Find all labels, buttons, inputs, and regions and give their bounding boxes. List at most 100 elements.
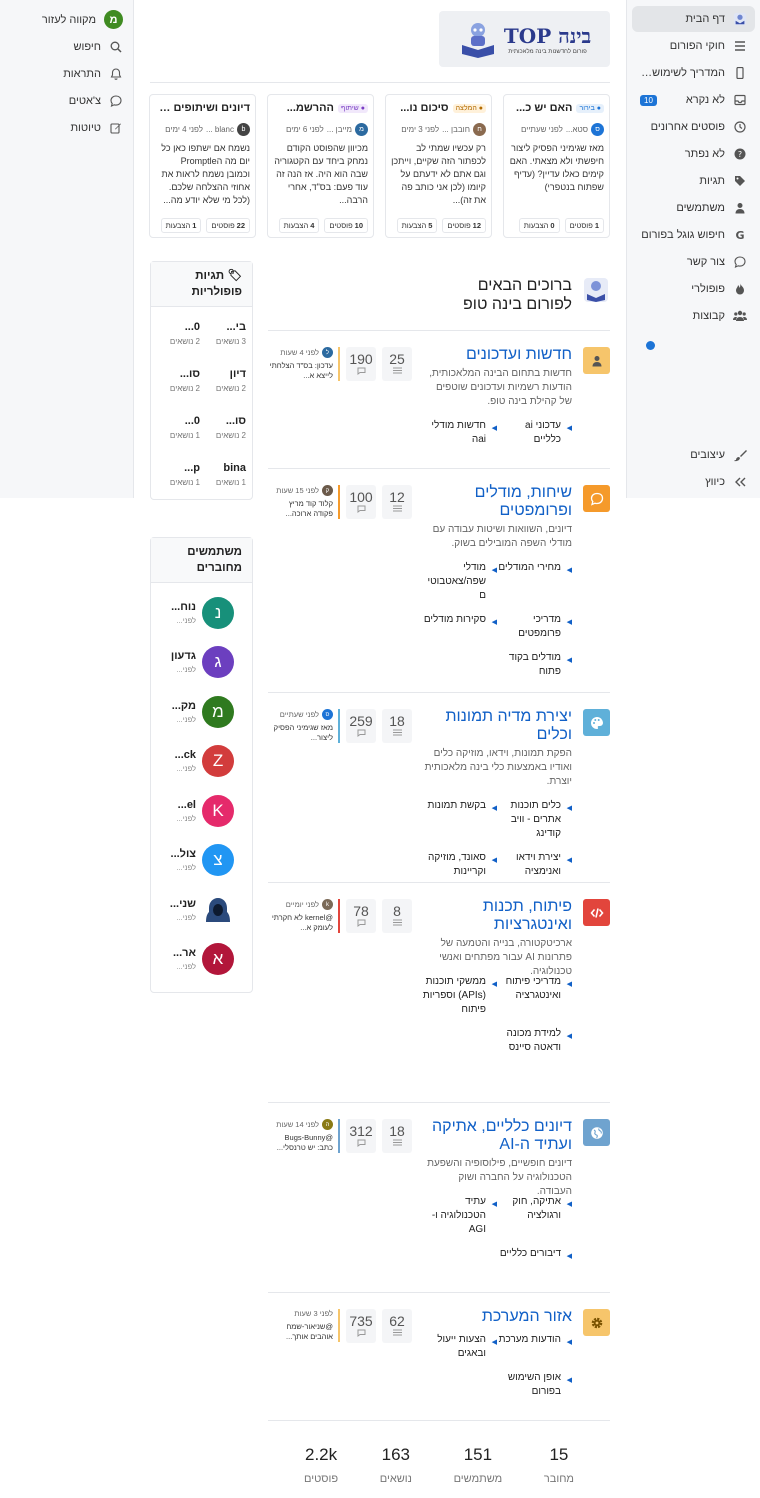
online-user[interactable]: Zck... לפני... xyxy=(151,737,252,787)
latest-post-teaser[interactable]: לפני 3 שעות @שניאור-שמח אוהבים אותך... xyxy=(268,1309,340,1342)
subcategory-link[interactable]: ◀ כלים תוכנות אתרים - וויב קודינג xyxy=(497,799,572,851)
subcategory-link[interactable]: ◀ אתיקה, חוק ורגולציה xyxy=(497,1195,572,1247)
subcategory-link[interactable]: ◀ חדשות מודלי aiה xyxy=(422,419,497,457)
sidebar-item-unread[interactable]: לא נקרא 10 xyxy=(632,87,755,113)
category-title[interactable]: אזור המערכת xyxy=(422,1308,572,1326)
sidebar-item-guide[interactable]: המדריך לשימוש בפור... xyxy=(632,60,755,86)
avatar[interactable]: א xyxy=(202,943,234,976)
popular-tag[interactable]: bina 1 נושאים xyxy=(200,462,246,487)
palette-icon[interactable] xyxy=(583,709,610,736)
author-name[interactable]: חובבן ... xyxy=(442,125,470,134)
avatar[interactable]: K xyxy=(202,794,234,827)
category-title[interactable]: חדשות ועדכונים xyxy=(422,346,572,364)
popular-tag[interactable]: 0... 1 נושאים xyxy=(154,415,200,440)
latest-post-teaser[interactable]: k לפני יומיים @kernel לא חקרתי לעומק א... xyxy=(268,899,340,933)
latest-post-teaser[interactable]: ק לפני 15 שעות קלוד קוד מריץ פקודה ארוכה..… xyxy=(268,485,340,519)
globe-icon[interactable] xyxy=(583,1119,610,1146)
topic-tag[interactable]: ● שיתוף xyxy=(337,103,368,113)
sidebar-item-rules[interactable]: חוקי הפורום xyxy=(632,33,755,59)
search-button[interactable]: חיפוש xyxy=(0,33,133,60)
avatar[interactable]: צ xyxy=(202,844,234,877)
sidebar-item-unsolved[interactable]: ? לא נפתר xyxy=(632,141,755,167)
online-user[interactable]: א אר... לפני... xyxy=(151,935,252,985)
card-title[interactable]: האם יש כ... xyxy=(516,102,572,114)
sidebar-item-tags[interactable]: תגיות xyxy=(632,168,755,194)
card-title[interactable]: סיכום נו... xyxy=(400,102,448,114)
chats-button[interactable]: צ'אטים xyxy=(0,87,133,114)
online-user[interactable]: מ מק... לפני... xyxy=(151,687,252,737)
chat-bubble-icon[interactable] xyxy=(583,485,610,512)
popular-tag[interactable]: סו... 2 נושאים xyxy=(200,415,246,440)
sidebar-item-groups[interactable]: קבוצות xyxy=(632,303,755,329)
subcategory-link[interactable]: ◀ הודעות מערכת xyxy=(497,1333,572,1371)
sidebar-item-google-search[interactable]: G חיפוש גוגל בפורום xyxy=(632,222,755,248)
avatar[interactable]: ס xyxy=(322,709,333,720)
sidebar-item-popular[interactable]: פופולרי xyxy=(632,276,755,302)
themes-button[interactable]: עיצובים xyxy=(631,442,755,468)
avatar[interactable]: k xyxy=(322,899,333,910)
notifications-button[interactable]: התראות xyxy=(0,60,133,87)
subcategory-link[interactable]: ◀ מודלים בקוד פתוח xyxy=(497,651,572,689)
online-user[interactable]: נ נוח... לפני... xyxy=(151,588,252,638)
carousel-card[interactable]: ● המלצה סיכום נו... ח חובבן ... לפני 3 ימים רק… xyxy=(385,94,492,238)
avatar[interactable]: ק xyxy=(322,485,333,496)
author-name[interactable]: סטא... xyxy=(566,125,588,134)
subcategory-link[interactable]: ◀ מודלי שפה/צאטבוטי ם xyxy=(422,561,497,613)
card-title[interactable]: ההרשמ... xyxy=(287,102,334,114)
topic-tag[interactable]: ● בירור xyxy=(576,103,604,113)
subcategory-link[interactable]: ◀ עתיד הטכנולוגיה ו-AGI xyxy=(422,1195,497,1247)
gear-icon[interactable] xyxy=(583,1309,610,1336)
carousel-card[interactable]: ● בירור האם יש כ... ס סטא... לפני שעתיים מאז ש… xyxy=(503,94,610,238)
avatar[interactable]: ה xyxy=(322,1119,333,1130)
subcategory-link[interactable]: ◀ בקשת תמונות xyxy=(422,799,497,851)
subcategory-link[interactable]: ◀ ממשקי תוכנות (APIs) וספריות פיתוח xyxy=(422,975,497,1027)
subcategory-link[interactable]: ◀ סקירות מודלים xyxy=(422,613,497,651)
latest-post-teaser[interactable]: ל לפני 4 שעות עדכון: בס"ד הצלחתי לייצא א..… xyxy=(268,347,340,381)
subcategory-link[interactable]: ◀ מדריכי פרומפטים xyxy=(497,613,572,651)
author-name[interactable]: מייבן ... xyxy=(327,125,352,134)
sidebar-item-users[interactable]: משתמשים xyxy=(632,195,755,221)
online-user[interactable]: Kel... לפני... xyxy=(151,786,252,836)
avatar[interactable]: Z xyxy=(202,745,234,778)
latest-post-teaser[interactable]: ס לפני שעתיים מאז שגימיני הפסיק ליצור... xyxy=(268,709,340,743)
carousel-card[interactable]: ● שיתוף ההרשמ... מ מייבן ... לפני 6 ימים מכיוו… xyxy=(267,94,374,238)
carousel-card[interactable]: דיונים ושיתופים על... b blanc ... לפני 4 ימ… xyxy=(149,94,256,238)
subcategory-link[interactable]: ◀ הצעות ייעול ובאגים xyxy=(422,1333,497,1371)
hooded-avatar-icon[interactable] xyxy=(202,893,234,926)
author-name[interactable]: blanc ... xyxy=(206,125,234,134)
popular-tag[interactable]: סו... 2 נושאים xyxy=(154,368,200,393)
avatar[interactable]: b xyxy=(237,123,250,136)
subcategory-link[interactable]: ◀ מדריכי פיתוח ואינטגרציה xyxy=(497,975,572,1027)
online-user[interactable]: צ צול... לפני... xyxy=(151,836,252,886)
category-title[interactable]: פיתוח, תכנות ואינטגרציות xyxy=(422,898,572,934)
latest-post-teaser[interactable]: ה לפני 14 שעות @Bugs-Bunny כתב: יש טרנסלי.… xyxy=(268,1119,340,1153)
sidebar-item-contact[interactable]: צור קשר xyxy=(632,249,755,275)
drafts-button[interactable]: טיוטות xyxy=(0,114,133,141)
site-logo[interactable]: בינה TOP פורום לחדשנות בינה מלאכותית xyxy=(439,11,610,67)
popular-tag[interactable]: 0... 2 נושאים xyxy=(154,321,200,346)
online-user[interactable]: שני... לפני... xyxy=(151,885,252,935)
category-title[interactable]: שיחות, מודלים ופרומפטים xyxy=(422,484,572,520)
subcategory-link[interactable]: ◀ למידת מכונה ודאטה סיינס xyxy=(497,1027,572,1065)
subcategory-link[interactable]: ◀ מחירי המודלים xyxy=(497,561,572,613)
category-title[interactable]: יצירת מדיה תמונות וכלים xyxy=(422,708,572,744)
avatar[interactable]: ג xyxy=(202,646,234,679)
popular-tag[interactable]: דיון 2 נושאים xyxy=(200,368,246,393)
code-icon[interactable] xyxy=(583,899,610,926)
sidebar-item-recent[interactable]: פוסטים אחרונים xyxy=(632,114,755,140)
subcategory-link[interactable]: ◀ עדכוני ai כלליים xyxy=(497,419,572,457)
user-icon[interactable] xyxy=(583,347,610,374)
popular-tag[interactable]: p... 1 נושאים xyxy=(154,462,200,487)
sidebar-item-home[interactable]: דף הבית xyxy=(632,6,755,32)
online-user[interactable]: ג גדעון לפני... xyxy=(151,638,252,688)
avatar[interactable]: מ xyxy=(355,123,368,136)
user-menu[interactable]: מ מקווה לעזור xyxy=(0,6,133,33)
avatar[interactable]: ח xyxy=(473,123,486,136)
avatar[interactable]: נ xyxy=(202,596,234,629)
subcategory-link[interactable]: ◀ דיבורים כלליים xyxy=(497,1247,572,1274)
subcategory-link[interactable]: ◀ אופן השימוש בפורום xyxy=(497,1371,572,1409)
avatar[interactable]: מ xyxy=(202,695,234,728)
avatar[interactable]: ל xyxy=(322,347,333,358)
popular-tag[interactable]: בי... 3 נושאים xyxy=(200,321,246,346)
topic-tag[interactable]: ● המלצה xyxy=(452,103,486,113)
